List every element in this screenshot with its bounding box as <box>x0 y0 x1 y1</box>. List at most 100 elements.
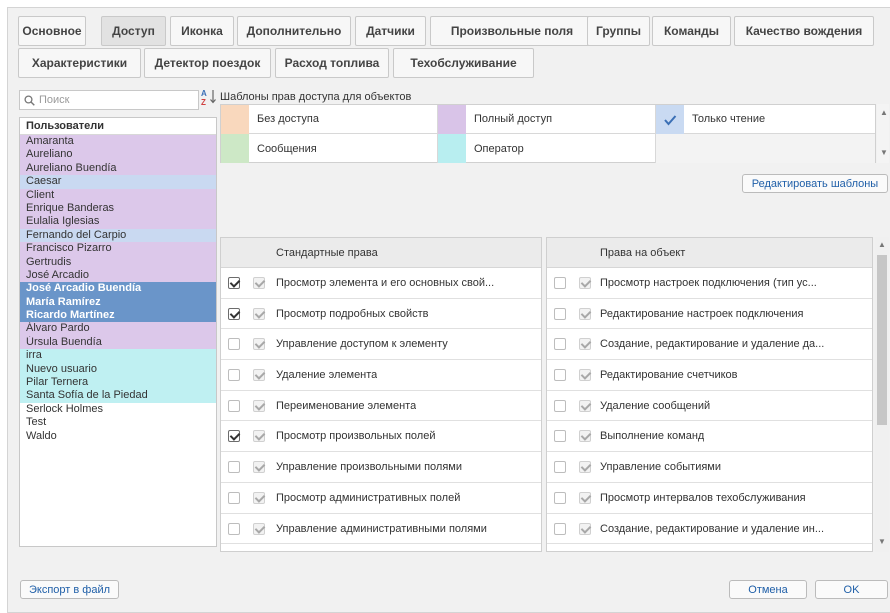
scroll-up-icon[interactable]: ▲ <box>878 240 886 249</box>
tab-tabs_row1-5[interactable]: Произвольные поля <box>430 16 594 46</box>
user-list-item[interactable]: Álvaro Pardo <box>20 322 216 336</box>
template-operator[interactable]: Оператор <box>438 134 656 163</box>
right-checkbox[interactable] <box>554 338 566 351</box>
tab-tabs_row2-3[interactable]: Техобслуживание <box>393 48 534 78</box>
scroll-up-icon[interactable]: ▲ <box>880 108 888 117</box>
tab-tabs_row2-2[interactable]: Расход топлива <box>275 48 389 78</box>
rights-row: Просмотр подробных свойств <box>221 299 541 330</box>
user-list-item[interactable]: Caesar <box>20 175 216 189</box>
user-list-item[interactable]: Test <box>20 416 216 430</box>
right-checkbox[interactable] <box>554 277 566 289</box>
right-checkbox[interactable] <box>228 399 240 412</box>
tab-tabs_row1-4[interactable]: Датчики <box>355 16 426 46</box>
user-list-item[interactable]: María Ramírez <box>20 295 216 310</box>
right-inherited-checkbox <box>579 399 591 412</box>
object-rights-title: Права на объект <box>600 247 686 259</box>
tab-tabs_row2-1[interactable]: Детектор поездок <box>144 48 271 78</box>
right-checkbox[interactable] <box>228 461 240 474</box>
right-checkbox[interactable] <box>228 338 240 351</box>
right-checkbox[interactable] <box>228 277 240 289</box>
rights-row: Создание, редактирование и удаление ин..… <box>547 514 872 545</box>
templates-scrollbar[interactable]: ▲ ▼ <box>877 104 889 163</box>
user-list-item[interactable]: Client <box>20 188 216 202</box>
right-checkbox[interactable] <box>228 491 240 504</box>
user-list-item[interactable]: Santa Sofía de la Piedad <box>20 389 216 403</box>
scroll-down-icon[interactable]: ▼ <box>878 537 886 546</box>
user-list-item[interactable]: Aureliano <box>20 148 216 162</box>
rights-row: Управление произвольными полями <box>221 452 541 483</box>
rights-scrollbar[interactable]: ▲ ▼ <box>875 237 889 552</box>
tab-tabs_row1-6[interactable]: Группы <box>587 16 650 46</box>
tab-tabs_row1-7[interactable]: Команды <box>652 16 731 46</box>
object-rights-panel: Права на объект Просмотр настроек подклю… <box>546 237 873 552</box>
tab-tabs_row1-0[interactable]: Основное <box>18 16 86 46</box>
sort-az-icon[interactable]: A Z <box>201 88 217 106</box>
right-inherited-checkbox <box>579 461 591 474</box>
right-checkbox[interactable] <box>228 430 240 443</box>
rights-row: Создание, редактирование и удаление да..… <box>547 329 872 361</box>
template-swatch <box>221 105 249 134</box>
tab-tabs_row1-8[interactable]: Качество вождения <box>734 16 874 46</box>
right-checkbox[interactable] <box>554 461 566 474</box>
rights-row: Просмотр элемента и его основных свой... <box>221 268 541 299</box>
right-inherited-checkbox <box>253 522 265 535</box>
user-list-item[interactable]: Ricardo Martínez <box>20 309 216 323</box>
right-checkbox[interactable] <box>554 399 566 412</box>
search-input[interactable]: Поиск <box>19 90 199 110</box>
template-no-access[interactable]: Без доступа <box>221 105 438 134</box>
user-list-item[interactable]: Enrique Banderas <box>20 201 216 216</box>
right-checkbox[interactable] <box>228 522 240 535</box>
right-label: Управление событиями <box>600 461 721 474</box>
user-list-item[interactable]: Francisco Pizarro <box>20 242 216 256</box>
right-inherited-checkbox <box>253 491 265 504</box>
user-list-item[interactable]: Amaranta <box>20 135 216 149</box>
template-label: Оператор <box>474 142 524 155</box>
right-label: Управление доступом к элементу <box>276 338 448 351</box>
template-messages[interactable]: Сообщения <box>221 134 438 163</box>
user-list-item[interactable]: Pilar Ternera <box>20 376 216 390</box>
right-inherited-checkbox <box>253 338 265 351</box>
rights-row: Просмотр интервалов техобслуживания <box>547 483 872 514</box>
checkmark-icon <box>664 114 677 126</box>
user-list-item[interactable]: Waldo <box>20 429 216 443</box>
edit-templates-button[interactable]: Редактировать шаблоны <box>742 174 888 193</box>
right-checkbox[interactable] <box>228 369 240 382</box>
right-checkbox[interactable] <box>554 307 566 320</box>
standard-rights-header: Стандартные права <box>221 238 541 268</box>
user-list-item[interactable]: Aureliano Buendía <box>20 161 216 176</box>
template-swatch <box>438 105 466 134</box>
user-list-item[interactable]: Eulalia Iglesias <box>20 215 216 229</box>
template-read-only[interactable]: Только чтение <box>656 105 875 134</box>
right-checkbox[interactable] <box>554 369 566 382</box>
search-icon <box>24 94 35 106</box>
user-list-item[interactable]: irra <box>20 349 216 363</box>
right-checkbox[interactable] <box>228 307 240 320</box>
user-list-item[interactable]: Fernando del Carpio <box>20 228 216 243</box>
user-list-item[interactable]: Serlock Holmes <box>20 402 216 417</box>
right-checkbox[interactable] <box>554 522 566 535</box>
scrollbar-thumb[interactable] <box>877 255 887 425</box>
rights-row: Импорт сообщений <box>547 544 872 551</box>
user-list-item[interactable]: Úrsula Buendía <box>20 335 216 350</box>
rights-row: Удаление элемента <box>221 360 541 391</box>
user-list-item[interactable]: Gertrudis <box>20 255 216 269</box>
user-list-item[interactable]: Nuevo usuario <box>20 362 216 377</box>
user-list-item[interactable]: José Arcadio Buendía <box>20 282 216 296</box>
tab-tabs_row1-1[interactable]: Доступ <box>101 16 166 46</box>
right-checkbox[interactable] <box>554 430 566 443</box>
ok-button[interactable]: OK <box>815 580 888 599</box>
tab-tabs_row1-3[interactable]: Дополнительно <box>237 16 351 46</box>
scroll-down-icon[interactable]: ▼ <box>880 148 888 157</box>
right-checkbox[interactable] <box>554 491 566 504</box>
rights-row: Редактирование счетчиков <box>547 360 872 391</box>
rights-row: Переименование элемента <box>221 391 541 422</box>
standard-rights-title: Стандартные права <box>276 247 378 259</box>
tab-tabs_row2-0[interactable]: Характеристики <box>18 48 141 78</box>
right-inherited-checkbox <box>253 430 265 443</box>
user-list-item[interactable]: José Arcadio <box>20 268 216 283</box>
cancel-button[interactable]: Отмена <box>729 580 807 599</box>
template-full-access[interactable]: Полный доступ <box>438 105 656 134</box>
tab-tabs_row1-2[interactable]: Иконка <box>170 16 234 46</box>
export-button[interactable]: Экспорт в файл <box>20 580 119 599</box>
right-label: Управление административными полями <box>276 522 487 535</box>
